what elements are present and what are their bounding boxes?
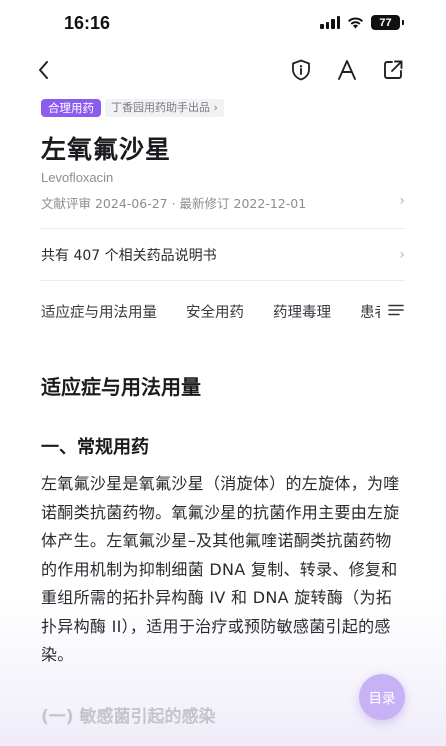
status-icons: 77 xyxy=(320,15,404,30)
review-info[interactable]: 文献评审 2024-06-27 · 最新修订 2022-12-01 xyxy=(41,193,306,212)
app-screen: 16:16 77 合理用药 丁香园用药助手出品 › 左氧氟沙星 Levoflox… xyxy=(0,0,446,746)
signal-icon xyxy=(320,16,340,29)
section-title: 适应症与用法用量 xyxy=(41,375,201,399)
status-time: 16:16 xyxy=(64,13,111,33)
next-section-title: (一) 敏感菌引起的感染 xyxy=(41,707,216,727)
divider xyxy=(41,280,405,281)
divider xyxy=(41,228,405,229)
toc-button[interactable]: 目录 xyxy=(359,674,405,720)
tab-patient[interactable]: 患者 xyxy=(360,301,380,322)
menu-list-icon[interactable] xyxy=(388,302,404,318)
back-icon[interactable] xyxy=(30,56,58,84)
chevron-right-icon: › xyxy=(399,193,405,209)
font-size-icon[interactable] xyxy=(333,56,361,84)
tab-safety[interactable]: 安全用药 xyxy=(186,301,244,322)
subsection-title: 一、常规用药 xyxy=(41,437,149,458)
chevron-right-icon: › xyxy=(399,247,405,263)
related-instructions-text: 共有 407 个相关药品说明书 xyxy=(41,248,217,264)
rational-use-badge: 合理用药 xyxy=(41,99,101,117)
english-name: Levofloxacin xyxy=(41,170,114,185)
wifi-icon xyxy=(348,17,363,29)
tab-indications[interactable]: 适应症与用法用量 xyxy=(41,301,157,322)
section-tabs: 适应症与用法用量 安全用药 药理毒理 患者 xyxy=(41,296,416,326)
publisher-badge[interactable]: 丁香园用药助手出品 › xyxy=(105,99,224,117)
nav-bar xyxy=(0,52,446,88)
badge-row: 合理用药 丁香园用药助手出品 › xyxy=(41,99,224,117)
tab-pharmacology[interactable]: 药理毒理 xyxy=(273,301,331,322)
battery-icon: 77 xyxy=(371,15,404,30)
page-title: 左氧氟沙星 xyxy=(41,135,172,164)
status-bar: 16:16 77 xyxy=(0,0,446,48)
body-paragraph: 左氧氟沙星是氧氟沙星（消旋体）的左旋体，为喹诺酮类抗菌药物。氧氟沙星的抗菌作用主… xyxy=(41,474,400,664)
related-instructions-link[interactable]: 共有 407 个相关药品说明书 › xyxy=(41,240,405,270)
share-icon[interactable] xyxy=(379,56,407,84)
shield-info-icon[interactable] xyxy=(287,56,315,84)
